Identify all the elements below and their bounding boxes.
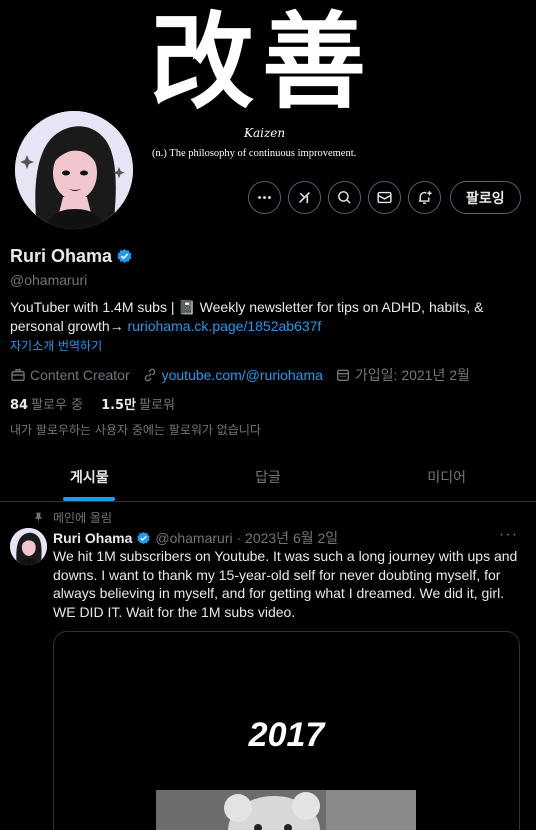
pin-icon <box>34 512 43 523</box>
following-label: 팔로우 중 <box>31 398 84 413</box>
post-author-name[interactable]: Ruri Ohama <box>53 530 132 546</box>
briefcase-icon <box>11 369 25 381</box>
joined-label: 가입일: 2021년 2월 <box>354 367 470 383</box>
category-label: Content Creator <box>30 367 130 383</box>
follow-stats: 84 팔로우 중 1.5만 팔로워 <box>10 394 175 413</box>
post-more-button[interactable]: ··· <box>499 526 518 544</box>
following-count: 84 <box>10 398 29 413</box>
more-options-button[interactable] <box>248 181 281 214</box>
calendar-icon <box>336 369 349 381</box>
avatar-illustration <box>15 111 133 229</box>
profile-handle: @ohamaruri <box>10 272 88 288</box>
media-year-text: 2017 <box>248 716 325 754</box>
profile-meta: Content Creator youtube.com/@ruriohama 가… <box>10 365 482 385</box>
notify-button[interactable] <box>408 181 441 214</box>
tab-posts[interactable]: 게시물 <box>0 452 179 501</box>
followers-link[interactable]: 1.5만 팔로워 <box>101 394 175 413</box>
media-photo <box>156 790 416 830</box>
verified-badge-icon[interactable] <box>116 248 133 265</box>
profile-bio: YouTuber with 1.4M subs | 📓 Weekly newsl… <box>10 298 520 336</box>
bell-plus-icon <box>418 191 432 204</box>
grok-icon <box>298 191 311 204</box>
followers-label: 팔로워 <box>139 398 175 413</box>
active-tab-indicator <box>63 497 116 501</box>
grok-button[interactable] <box>288 181 321 214</box>
following-button[interactable]: 팔로잉 <box>450 181 521 214</box>
website-link[interactable]: youtube.com/@ruriohama <box>162 367 323 383</box>
category-item: Content Creator <box>10 367 130 383</box>
profile-actions: 팔로잉 <box>248 181 521 214</box>
tab-label: 답글 <box>255 469 281 486</box>
message-button[interactable] <box>368 181 401 214</box>
link-icon <box>144 368 155 382</box>
mutual-followers-note: 내가 팔로우하는 사용자 중에는 팔로워가 없습니다 <box>10 423 261 437</box>
profile-tabs: 게시물 답글 미디어 <box>0 452 536 502</box>
website-item: youtube.com/@ruriohama <box>142 367 323 383</box>
post-header: Ruri Ohama @ohamaruri · 2023년 6월 2일 <box>53 528 338 548</box>
tab-media[interactable]: 미디어 <box>357 452 536 501</box>
banner-word: Kaizen <box>244 126 286 140</box>
translate-bio-link[interactable]: 자기소개 번역하기 <box>10 337 102 354</box>
profile-avatar[interactable] <box>12 108 136 232</box>
bio-link[interactable]: ruriohama.ck.page/1852ab637f <box>128 318 322 334</box>
banner-definition: (n.) The philosophy of continuous improv… <box>152 148 357 159</box>
joined-item: 가입일: 2021년 2월 <box>335 365 470 385</box>
search-button[interactable] <box>328 181 361 214</box>
post-text: We hit 1M subscribers on Youtube. It was… <box>53 548 518 620</box>
post-media[interactable]: 2017 <box>53 631 520 830</box>
tab-label: 게시물 <box>70 469 109 486</box>
post-avatar[interactable] <box>10 528 47 565</box>
profile-name-row: Ruri Ohama <box>10 246 133 267</box>
post-handle-date[interactable]: @ohamaruri · 2023년 6월 2일 <box>155 528 338 548</box>
followers-count: 1.5만 <box>101 398 137 413</box>
more-horizontal-icon <box>258 196 271 199</box>
tab-label: 미디어 <box>427 469 466 486</box>
tab-replies[interactable]: 답글 <box>179 452 358 501</box>
verified-badge-icon <box>137 531 150 544</box>
display-name: Ruri Ohama <box>10 246 113 266</box>
pinned-indicator: 메인에 올림 <box>32 509 112 526</box>
pinned-label: 메인에 올림 <box>53 511 113 525</box>
search-icon <box>338 191 351 204</box>
following-link[interactable]: 84 팔로우 중 <box>10 394 83 413</box>
envelope-icon <box>377 191 392 204</box>
banner-kanji: 改善 <box>150 0 375 123</box>
